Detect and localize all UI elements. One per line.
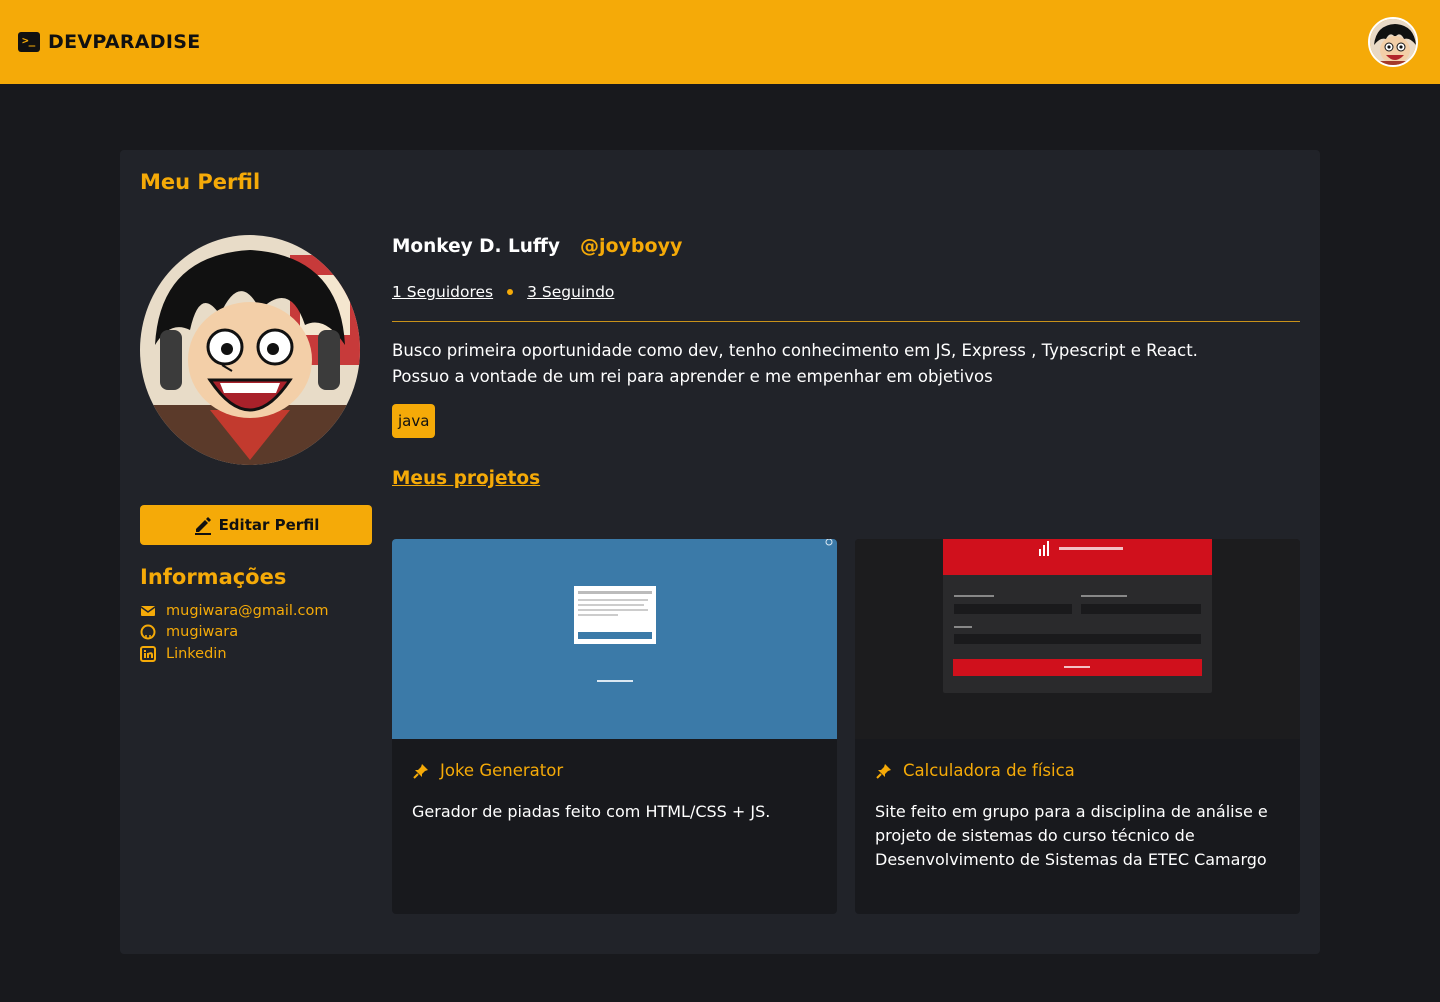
project-header: Joke Generator xyxy=(392,739,837,780)
divider xyxy=(392,321,1300,322)
follow-stats: 1 Seguidores 3 Seguindo xyxy=(392,279,1300,305)
info-title: Informações xyxy=(140,565,287,589)
skill-tag: java xyxy=(392,404,436,438)
brand-logo[interactable]: >_ DEVPARADISE xyxy=(18,31,200,53)
bio-line-2: Possuo a vontade de um rei para aprender… xyxy=(392,367,993,386)
page-title: Meu Perfil xyxy=(140,170,261,194)
profile-card: Meu Perfil Editar Perfil Informações mug… xyxy=(120,150,1320,954)
terminal-icon: >_ xyxy=(18,32,40,52)
top-navbar: >_ DEVPARADISE xyxy=(0,0,1440,84)
profile-name: Monkey D. Luffy xyxy=(392,236,560,257)
email-text: mugiwara@gmail.com xyxy=(166,602,329,619)
projects-title[interactable]: Meus projetos xyxy=(392,468,540,489)
project-name: Joke Generator xyxy=(440,761,564,780)
mail-icon xyxy=(140,605,156,616)
bio-line-1: Busco primeira oportunidade como dev, te… xyxy=(392,341,1198,360)
profile-bio: Busco primeira oportunidade como dev, te… xyxy=(392,338,1300,390)
github-text: mugiwara xyxy=(166,624,239,641)
project-name: Calculadora de física xyxy=(903,761,1075,780)
linkedin-text: Linkedin xyxy=(166,645,227,662)
brand-name: DEVPARADISE xyxy=(48,31,201,53)
project-description: Site feito em grupo para a disciplina de… xyxy=(875,802,1268,869)
info-linkedin[interactable]: Linkedin xyxy=(140,643,329,665)
user-avatar[interactable] xyxy=(1368,17,1418,67)
project-description: Gerador de piadas feito com HTML/CSS + J… xyxy=(412,802,771,821)
project-card-joke-generator[interactable]: Joke Generator Gerador de piadas feito c… xyxy=(392,539,837,914)
pencil-icon xyxy=(194,517,211,535)
profile-handle: @joyboyy xyxy=(579,235,683,257)
projects-list: Joke Generator Gerador de piadas feito c… xyxy=(392,539,1300,914)
info-github[interactable]: mugiwara xyxy=(140,622,329,644)
linkedin-icon xyxy=(140,645,156,662)
followers-link[interactable]: 1 Seguidores xyxy=(392,283,493,301)
separator-dot xyxy=(507,289,514,295)
project-header: Calculadora de física xyxy=(855,739,1300,780)
info-email[interactable]: mugiwara@gmail.com xyxy=(140,600,329,622)
name-row: Monkey D. Luffy @joyboyy xyxy=(392,235,1300,265)
edit-profile-label: Editar Perfil xyxy=(218,516,320,534)
profile-avatar xyxy=(140,235,360,465)
following-link[interactable]: 3 Seguindo xyxy=(527,283,614,301)
github-icon xyxy=(140,624,156,640)
edit-profile-button[interactable]: Editar Perfil xyxy=(140,505,372,545)
pin-icon xyxy=(876,763,891,779)
project-thumbnail xyxy=(855,539,1300,739)
project-thumbnail xyxy=(392,539,837,739)
profile-main: Monkey D. Luffy @joyboyy 1 Seguidores 3 … xyxy=(392,235,1300,489)
info-list: mugiwara@gmail.com mugiwara Linkedin xyxy=(140,600,329,665)
project-card-calculadora[interactable]: Calculadora de física Site feito em grup… xyxy=(855,539,1300,914)
pin-icon xyxy=(413,763,428,779)
